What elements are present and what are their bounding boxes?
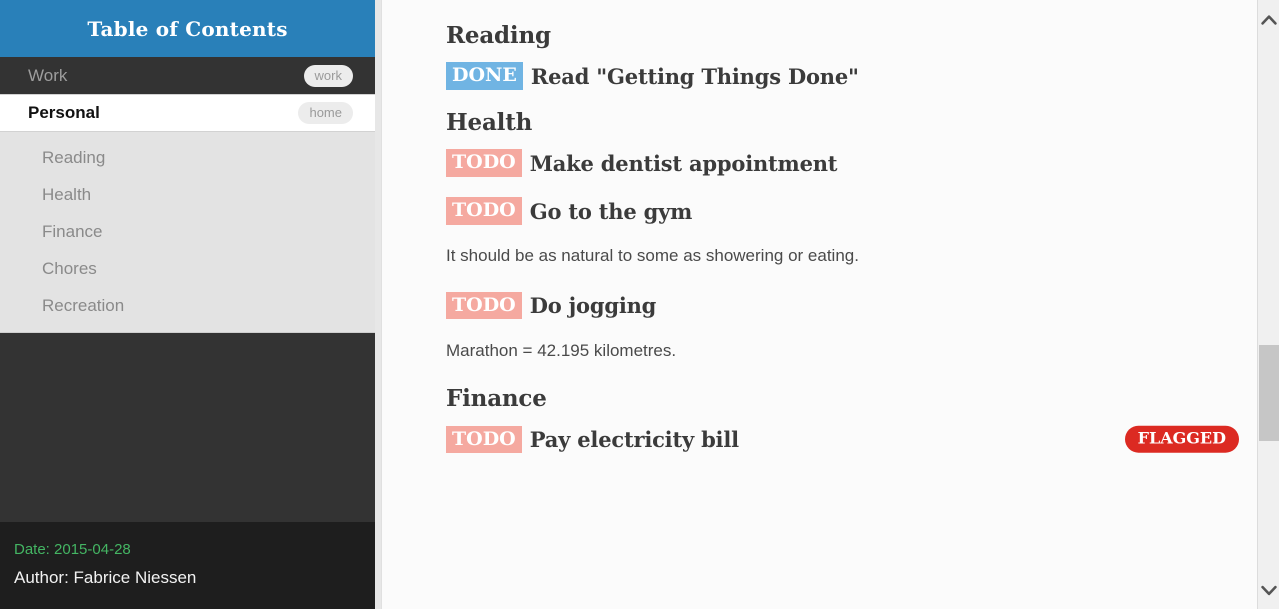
sidebar-empty-space: [0, 333, 375, 522]
task-title: Go to the gym: [529, 198, 693, 224]
task-title: Pay electricity bill: [529, 426, 739, 452]
paragraph-marathon-note: Marathon = 42.195 kilometres.: [446, 340, 677, 360]
sidebar-item-health[interactable]: Health: [0, 176, 375, 213]
document-date: Date: 2015-04-28: [14, 541, 131, 558]
keyword-badge-todo[interactable]: TODO: [446, 197, 522, 225]
task-item-do-jogging[interactable]: TODO Do jogging: [446, 291, 1239, 321]
sidebar-subitem-label: Recreation: [42, 295, 125, 315]
task-item-read-getting-things-done[interactable]: DONE Read "Getting Things Done": [446, 61, 1239, 91]
document-content: Reading DONE Read "Getting Things Done" …: [382, 0, 1279, 609]
keyword-badge-todo[interactable]: TODO: [446, 291, 522, 320]
task-item-go-to-the-gym[interactable]: TODO Go to the gym: [446, 196, 1239, 226]
task-title: Make dentist appointment: [529, 150, 838, 176]
chevron-down-icon[interactable]: [1258, 577, 1279, 603]
paragraph-gym-note: It should be as natural to some as showe…: [446, 246, 859, 265]
status-badge-flagged[interactable]: FLAGGED: [1124, 425, 1239, 453]
sidebar-tag-work[interactable]: work: [303, 64, 353, 87]
task-title: Read "Getting Things Done": [530, 63, 859, 89]
section-heading-finance: Finance: [446, 385, 547, 413]
document-author: Author: Fabrice Niessen: [14, 568, 197, 587]
sidebar-item-label: Work: [28, 65, 68, 85]
sidebar-subitem-label: Chores: [42, 258, 97, 278]
sidebar-tag-home[interactable]: home: [298, 102, 353, 124]
toc-navigation: Work work Personal home Reading Health F…: [0, 57, 375, 333]
table-of-contents-sidebar: Table of Contents Work work Personal hom…: [0, 0, 375, 609]
sidebar-item-finance[interactable]: Finance: [0, 213, 375, 250]
sidebar-subitem-label: Reading: [42, 147, 106, 167]
sidebar-item-recreation[interactable]: Recreation: [0, 287, 375, 324]
sidebar-item-chores[interactable]: Chores: [0, 250, 375, 287]
toc-header: Table of Contents: [0, 0, 375, 57]
keyword-badge-done[interactable]: DONE: [446, 62, 523, 90]
task-item-pay-electricity-bill[interactable]: TODO Pay electricity bill FLAGGED: [446, 424, 1239, 454]
toc-header-title: Table of Contents: [87, 16, 288, 41]
sidebar-item-work[interactable]: Work work: [0, 57, 375, 94]
task-item-make-dentist-appointment[interactable]: TODO Make dentist appointment: [446, 148, 1239, 178]
chevron-up-icon[interactable]: [1258, 6, 1279, 32]
scrollbar-thumb[interactable]: [1259, 345, 1279, 441]
sidebar-sublist: Reading Health Finance Chores Recreation: [0, 132, 375, 333]
app-root: Table of Contents Work work Personal hom…: [0, 0, 1279, 609]
section-heading-health: Health: [446, 109, 533, 136]
task-title: Do jogging: [529, 293, 657, 319]
keyword-badge-todo[interactable]: TODO: [446, 425, 522, 453]
main-area: Reading DONE Read "Getting Things Done" …: [375, 0, 1279, 609]
keyword-badge-todo[interactable]: TODO: [446, 149, 522, 177]
sidebar-item-reading[interactable]: Reading: [0, 139, 375, 176]
sidebar-item-personal[interactable]: Personal home: [0, 94, 375, 132]
section-heading-reading: Reading: [446, 22, 551, 49]
content-left-gutter: [375, 0, 382, 609]
vertical-scrollbar[interactable]: [1257, 0, 1279, 609]
sidebar-item-label: Personal: [28, 103, 100, 122]
sidebar-subitem-label: Finance: [42, 221, 103, 241]
sidebar-subitem-label: Health: [42, 184, 92, 204]
sidebar-footer: Date: 2015-04-28 Author: Fabrice Niessen: [0, 522, 375, 609]
